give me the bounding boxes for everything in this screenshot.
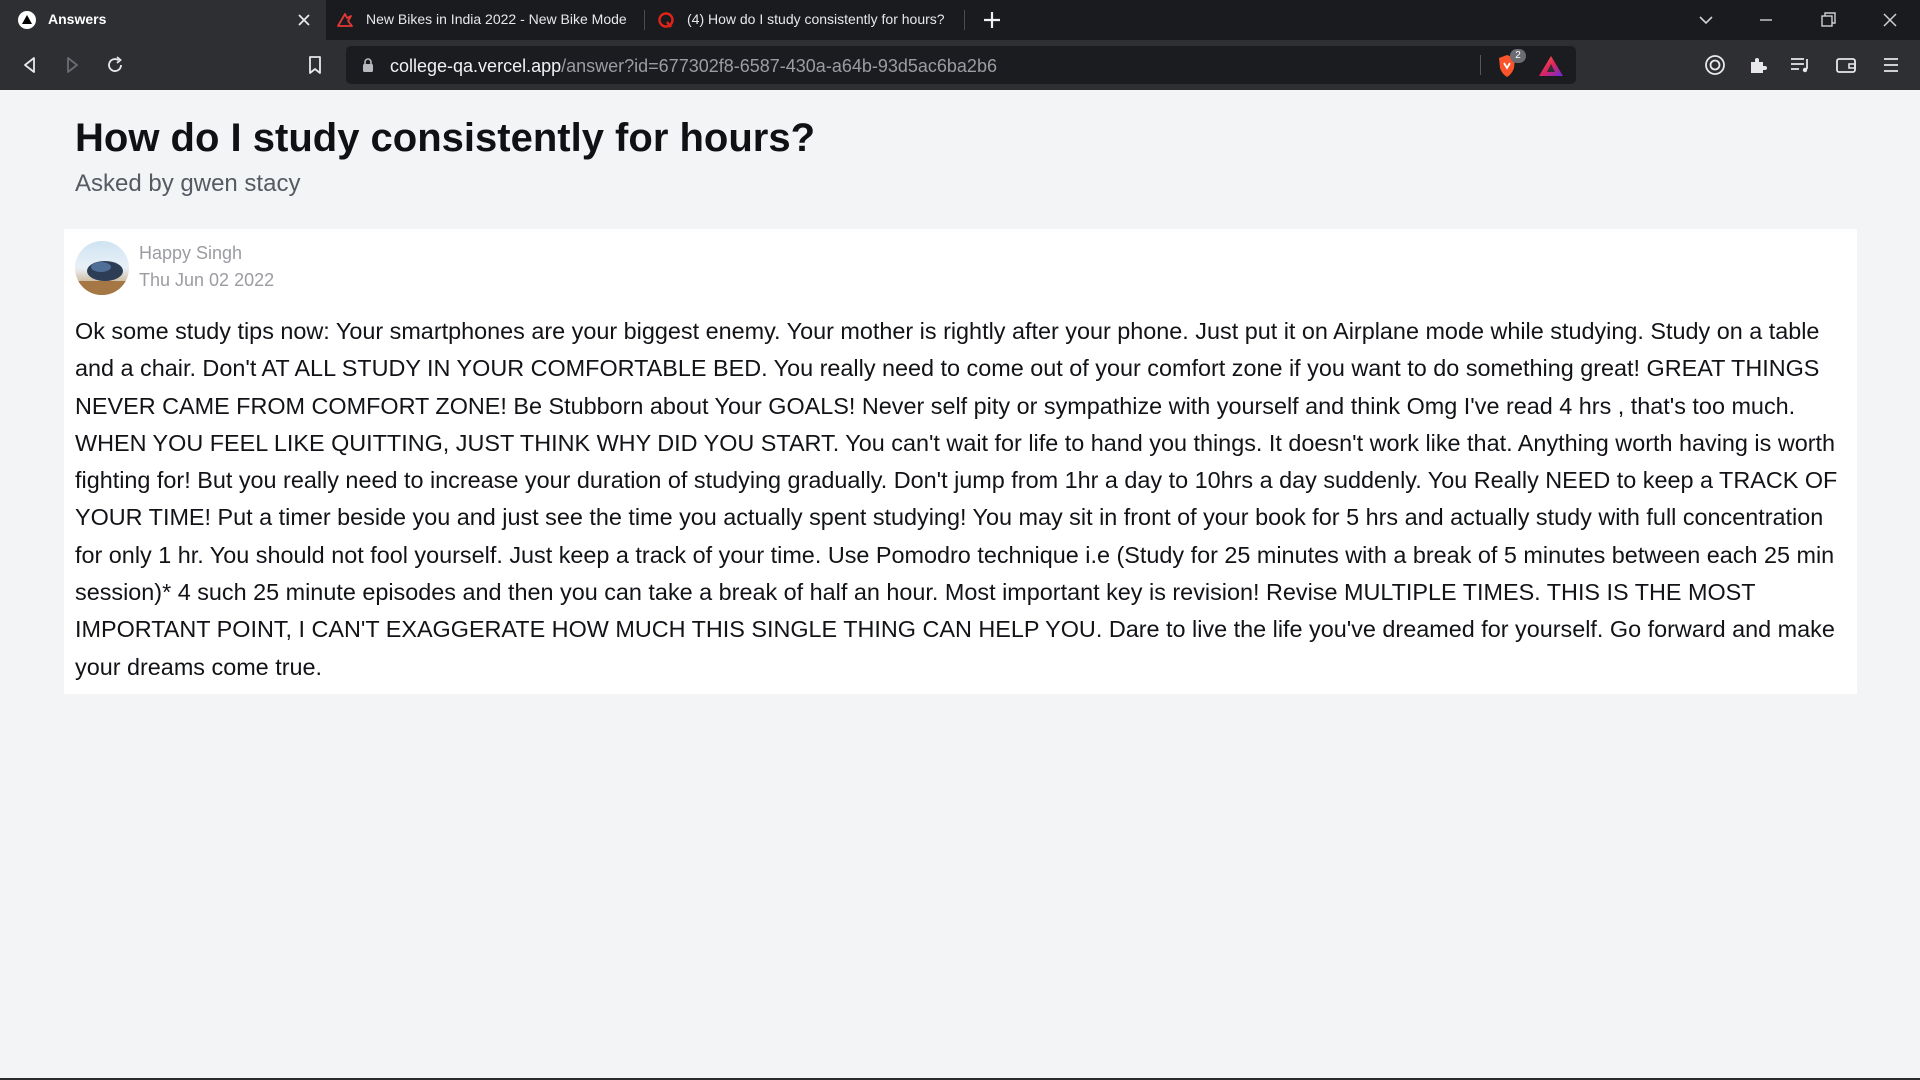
asked-by-text: Asked by gwen stacy — [75, 170, 301, 197]
url-divider — [1480, 55, 1481, 75]
tab-title: New Bikes in India 2022 - New Bike Mode — [366, 11, 627, 27]
address-bar[interactable]: college-qa.vercel.app/answer?id=677302f8… — [346, 46, 1576, 84]
answer-card: Happy Singh Thu Jun 02 2022 Ok some stud… — [64, 229, 1857, 694]
answer-date: Thu Jun 02 2022 — [139, 270, 275, 290]
shields-count-badge: 2 — [1510, 49, 1526, 63]
playlist-icon[interactable] — [1788, 53, 1812, 77]
author-name[interactable]: Happy Singh — [139, 243, 242, 264]
forward-icon[interactable] — [60, 53, 84, 77]
tab-strip: Answers New Bikes in India 2022 - New Bi… — [0, 0, 1920, 40]
url-text[interactable]: college-qa.vercel.app/answer?id=677302f8… — [390, 56, 997, 77]
wallet-icon[interactable] — [1834, 53, 1858, 77]
close-window-icon[interactable] — [1878, 8, 1902, 32]
tab-new-bikes[interactable]: New Bikes in India 2022 - New Bike Mode — [326, 0, 644, 40]
author-avatar — [75, 241, 129, 295]
tab-quora[interactable]: (4) How do I study consistently for hour… — [645, 0, 963, 40]
extensions-puzzle-icon[interactable] — [1746, 53, 1770, 77]
tab-separator — [964, 10, 965, 30]
brave-rewards-icon[interactable] — [1538, 54, 1564, 78]
question-title: How do I study consistently for hours? — [75, 116, 816, 160]
menu-hamburger-icon[interactable] — [1879, 53, 1903, 77]
url-host: college-qa.vercel.app — [390, 56, 562, 76]
minimize-icon[interactable] — [1754, 8, 1778, 32]
brave-talk-icon[interactable] — [1703, 53, 1727, 77]
restore-icon[interactable] — [1816, 8, 1840, 32]
new-tab-plus-icon[interactable] — [980, 8, 1004, 32]
tab-search-chevron-icon[interactable] — [1694, 8, 1718, 32]
browser-toolbar: college-qa.vercel.app/answer?id=677302f8… — [0, 40, 1920, 90]
quora-icon — [658, 12, 674, 28]
bookmark-icon[interactable] — [303, 53, 327, 77]
bikewale-icon — [337, 13, 353, 27]
reload-icon[interactable] — [103, 53, 127, 77]
lock-icon[interactable] — [360, 57, 376, 73]
tab-answers[interactable]: Answers — [0, 0, 326, 40]
vercel-logo-icon — [18, 11, 36, 29]
tab-title: Answers — [48, 11, 107, 27]
answer-body: Ok some study tips now: Your smartphones… — [75, 318, 1838, 680]
back-icon[interactable] — [18, 53, 42, 77]
url-path: /answer?id=677302f8-6587-430a-a64b-93d5a… — [561, 56, 997, 76]
tab-title: (4) How do I study consistently for hour… — [687, 11, 945, 27]
avatar-photo-icon — [75, 241, 129, 295]
close-tab-icon[interactable] — [294, 10, 314, 30]
